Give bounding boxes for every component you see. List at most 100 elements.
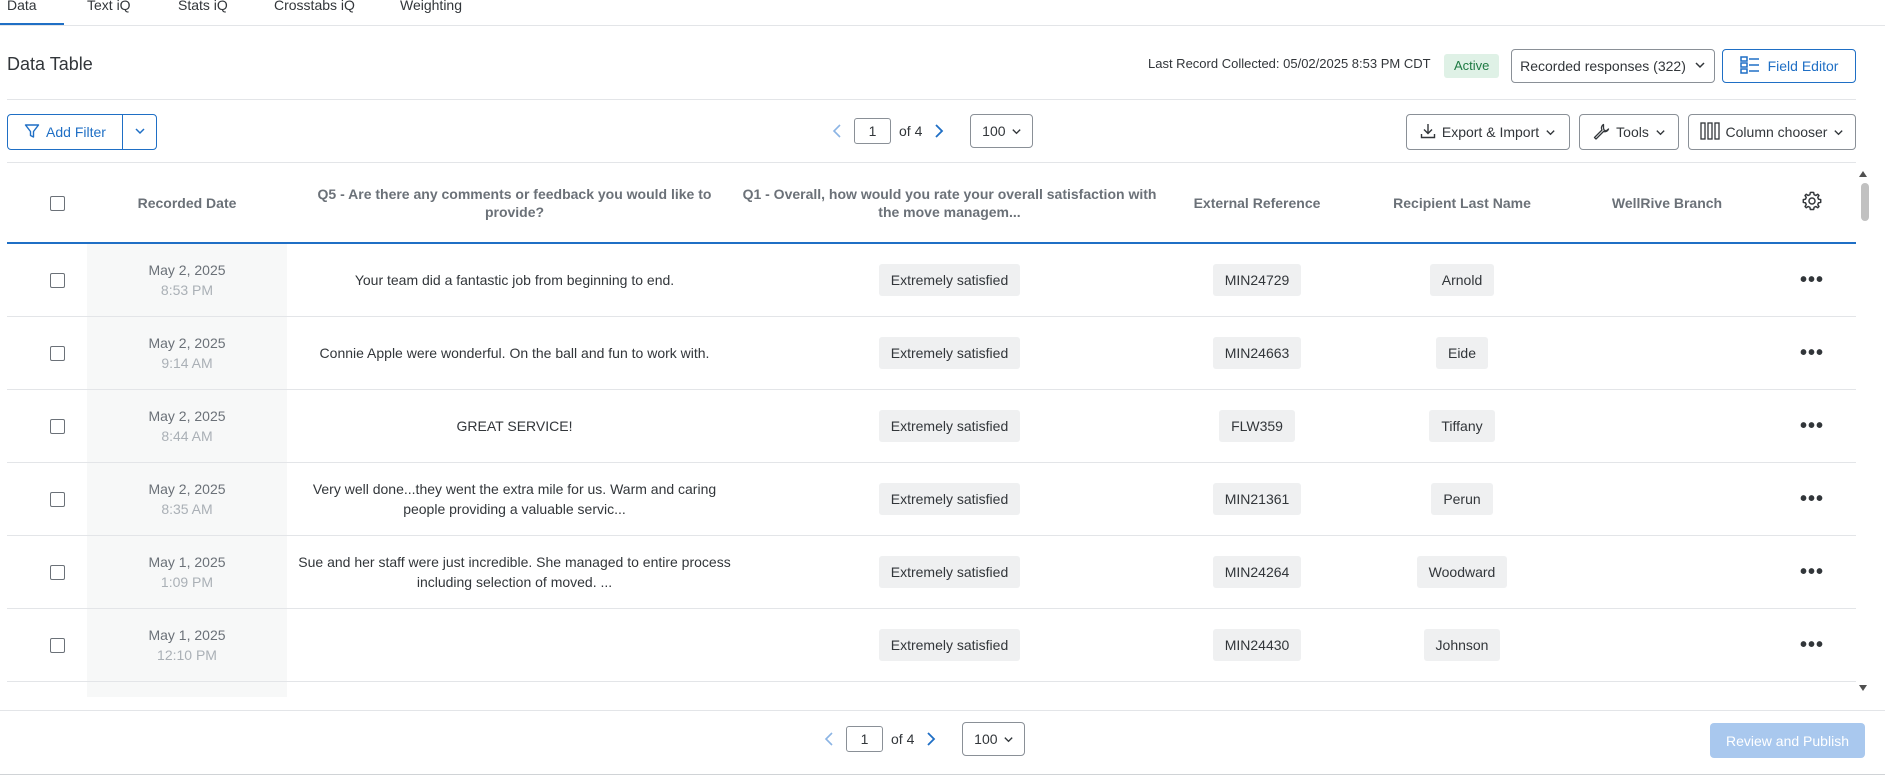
page-size-select[interactable]: 100 xyxy=(962,722,1026,756)
previous-page-button[interactable] xyxy=(820,730,838,748)
row-actions-button[interactable]: ••• xyxy=(1787,244,1837,316)
more-horizontal-icon: ••• xyxy=(1799,634,1824,656)
column-chooser-button[interactable]: Column chooser xyxy=(1688,114,1856,150)
chevron-left-icon xyxy=(832,124,841,138)
table-row[interactable]: May 2, 2025 8:44 AM GREAT SERVICE! Extre… xyxy=(7,390,1856,463)
page-number-input[interactable] xyxy=(846,726,883,752)
last-name-cell: Tiffany xyxy=(1357,390,1567,462)
last-name-cell: Arnold xyxy=(1357,244,1567,316)
chevron-down-icon xyxy=(1694,58,1706,74)
header-divider xyxy=(7,99,1856,100)
tab-stats-iq[interactable]: Stats iQ xyxy=(178,0,228,13)
select-all-checkbox[interactable] xyxy=(49,195,65,211)
table-row[interactable]: May 2, 2025 9:14 AM Connie Apple were wo… xyxy=(7,317,1856,390)
table-row[interactable]: May 1, 2025 12:10 PM Extremely satisfied… xyxy=(7,609,1856,682)
external-reference-value: MIN24729 xyxy=(1212,264,1302,296)
header-external-reference[interactable]: External Reference xyxy=(1157,164,1357,242)
branch-cell xyxy=(1567,244,1767,316)
previous-page-button[interactable] xyxy=(828,122,846,140)
chevron-right-icon xyxy=(935,124,944,138)
recorded-time: 8:44 AM xyxy=(161,428,213,444)
last-name-cell: Woodward xyxy=(1357,536,1567,608)
header-q5[interactable]: Q5 - Are there any comments or feedback … xyxy=(302,164,727,242)
scroll-up-arrow[interactable] xyxy=(1858,166,1868,177)
scrollbar-thumb[interactable] xyxy=(1861,183,1869,221)
external-reference-cell: MIN24264 xyxy=(1157,536,1357,608)
add-filter-button[interactable]: Add Filter xyxy=(7,114,123,150)
satisfaction-value: Extremely satisfied xyxy=(878,556,1021,588)
recorded-date-cell: May 2, 2025 9:14 AM xyxy=(87,317,287,389)
recorded-time: 9:14 AM xyxy=(161,355,213,371)
page-number-input[interactable] xyxy=(854,118,891,144)
page-count: of 4 xyxy=(899,123,923,139)
row-actions-button[interactable]: ••• xyxy=(1787,390,1837,462)
comment-cell: Sue and her staff were just incredible. … xyxy=(298,554,731,590)
download-icon xyxy=(1420,123,1436,142)
field-editor-label: Field Editor xyxy=(1767,58,1839,74)
table-row[interactable]: May 2, 2025 8:53 PM Your team did a fant… xyxy=(7,244,1856,317)
field-editor-icon xyxy=(1739,55,1760,77)
row-checkbox[interactable] xyxy=(49,491,65,507)
last-name-value: Johnson xyxy=(1423,629,1501,661)
row-actions-button[interactable]: ••• xyxy=(1787,609,1837,681)
row-actions-button[interactable]: ••• xyxy=(1787,463,1837,535)
page-count: of 4 xyxy=(891,731,915,747)
page-size-select[interactable]: 100 xyxy=(970,114,1034,148)
header-recipient-last-name[interactable]: Recipient Last Name xyxy=(1357,164,1567,242)
scroll-down-arrow[interactable] xyxy=(1858,680,1868,691)
chevron-down-icon xyxy=(1003,736,1013,742)
row-select-cell xyxy=(37,609,77,681)
row-checkbox[interactable] xyxy=(49,564,65,580)
tab-data[interactable]: Data xyxy=(7,0,37,13)
more-horizontal-icon: ••• xyxy=(1799,561,1824,583)
satisfaction-cell: Extremely satisfied xyxy=(742,463,1157,535)
gear-icon xyxy=(1801,190,1823,216)
tab-text-iq[interactable]: Text iQ xyxy=(87,0,131,13)
row-checkbox[interactable] xyxy=(49,637,65,653)
recorded-responses-dropdown[interactable]: Recorded responses (322) xyxy=(1511,49,1715,83)
export-import-label: Export & Import xyxy=(1441,124,1540,140)
row-actions-button[interactable]: ••• xyxy=(1787,536,1837,608)
header-q1[interactable]: Q1 - Overall, how would you rate your ov… xyxy=(742,164,1157,242)
row-select-cell xyxy=(37,244,77,316)
recorded-date: May 1, 2025 xyxy=(148,554,226,570)
filter-options-dropdown[interactable] xyxy=(122,114,157,150)
header-recorded-date[interactable]: Recorded Date xyxy=(87,164,287,242)
table-settings-button[interactable] xyxy=(1787,164,1837,242)
last-name-value: Tiffany xyxy=(1429,410,1495,442)
comment-cell: Very well done...they went the extra mil… xyxy=(312,481,717,517)
external-reference-value: MIN24264 xyxy=(1212,556,1302,588)
row-checkbox[interactable] xyxy=(49,272,65,288)
last-record-collected: Last Record Collected: 05/02/2025 8:53 P… xyxy=(1148,56,1431,71)
chevron-down-icon xyxy=(1834,129,1844,135)
row-checkbox[interactable] xyxy=(49,345,65,361)
row-checkbox[interactable] xyxy=(49,418,65,434)
next-page-button[interactable] xyxy=(922,730,940,748)
more-horizontal-icon: ••• xyxy=(1799,342,1824,364)
tools-button[interactable]: Tools xyxy=(1579,114,1679,150)
recorded-date-cell: May 2, 2025 8:44 AM xyxy=(87,390,287,462)
chevron-down-icon xyxy=(1656,129,1665,135)
recorded-date-cell: May 2, 2025 8:35 AM xyxy=(87,463,287,535)
satisfaction-cell: Extremely satisfied xyxy=(742,317,1157,389)
next-page-button[interactable] xyxy=(930,122,948,140)
tab-crosstabs-iq[interactable]: Crosstabs iQ xyxy=(274,0,355,13)
review-and-publish-button[interactable]: Review and Publish xyxy=(1710,723,1865,758)
header-wellrive-branch[interactable]: WellRive Branch xyxy=(1567,164,1767,242)
field-editor-button[interactable]: Field Editor xyxy=(1722,49,1856,83)
export-import-button[interactable]: Export & Import xyxy=(1406,114,1570,150)
satisfaction-value: Extremely satisfied xyxy=(878,629,1021,661)
external-reference-cell: MIN24729 xyxy=(1157,244,1357,316)
external-reference-value: MIN24663 xyxy=(1212,337,1302,369)
satisfaction-cell: Extremely satisfied xyxy=(742,536,1157,608)
tab-weighting[interactable]: Weighting xyxy=(400,0,462,13)
satisfaction-cell: Extremely satisfied xyxy=(742,244,1157,316)
satisfaction-cell: Extremely satisfied xyxy=(742,609,1157,681)
table-row[interactable]: May 1, 2025 1:09 PM Sue and her staff we… xyxy=(7,536,1856,609)
row-actions-button[interactable]: ••• xyxy=(1787,317,1837,389)
satisfaction-cell: Extremely satisfied xyxy=(742,390,1157,462)
row-select-cell xyxy=(37,463,77,535)
table-row[interactable]: May 2, 2025 8:35 AM Very well done...the… xyxy=(7,463,1856,536)
chevron-down-icon xyxy=(134,124,146,140)
satisfaction-value: Extremely satisfied xyxy=(878,410,1021,442)
